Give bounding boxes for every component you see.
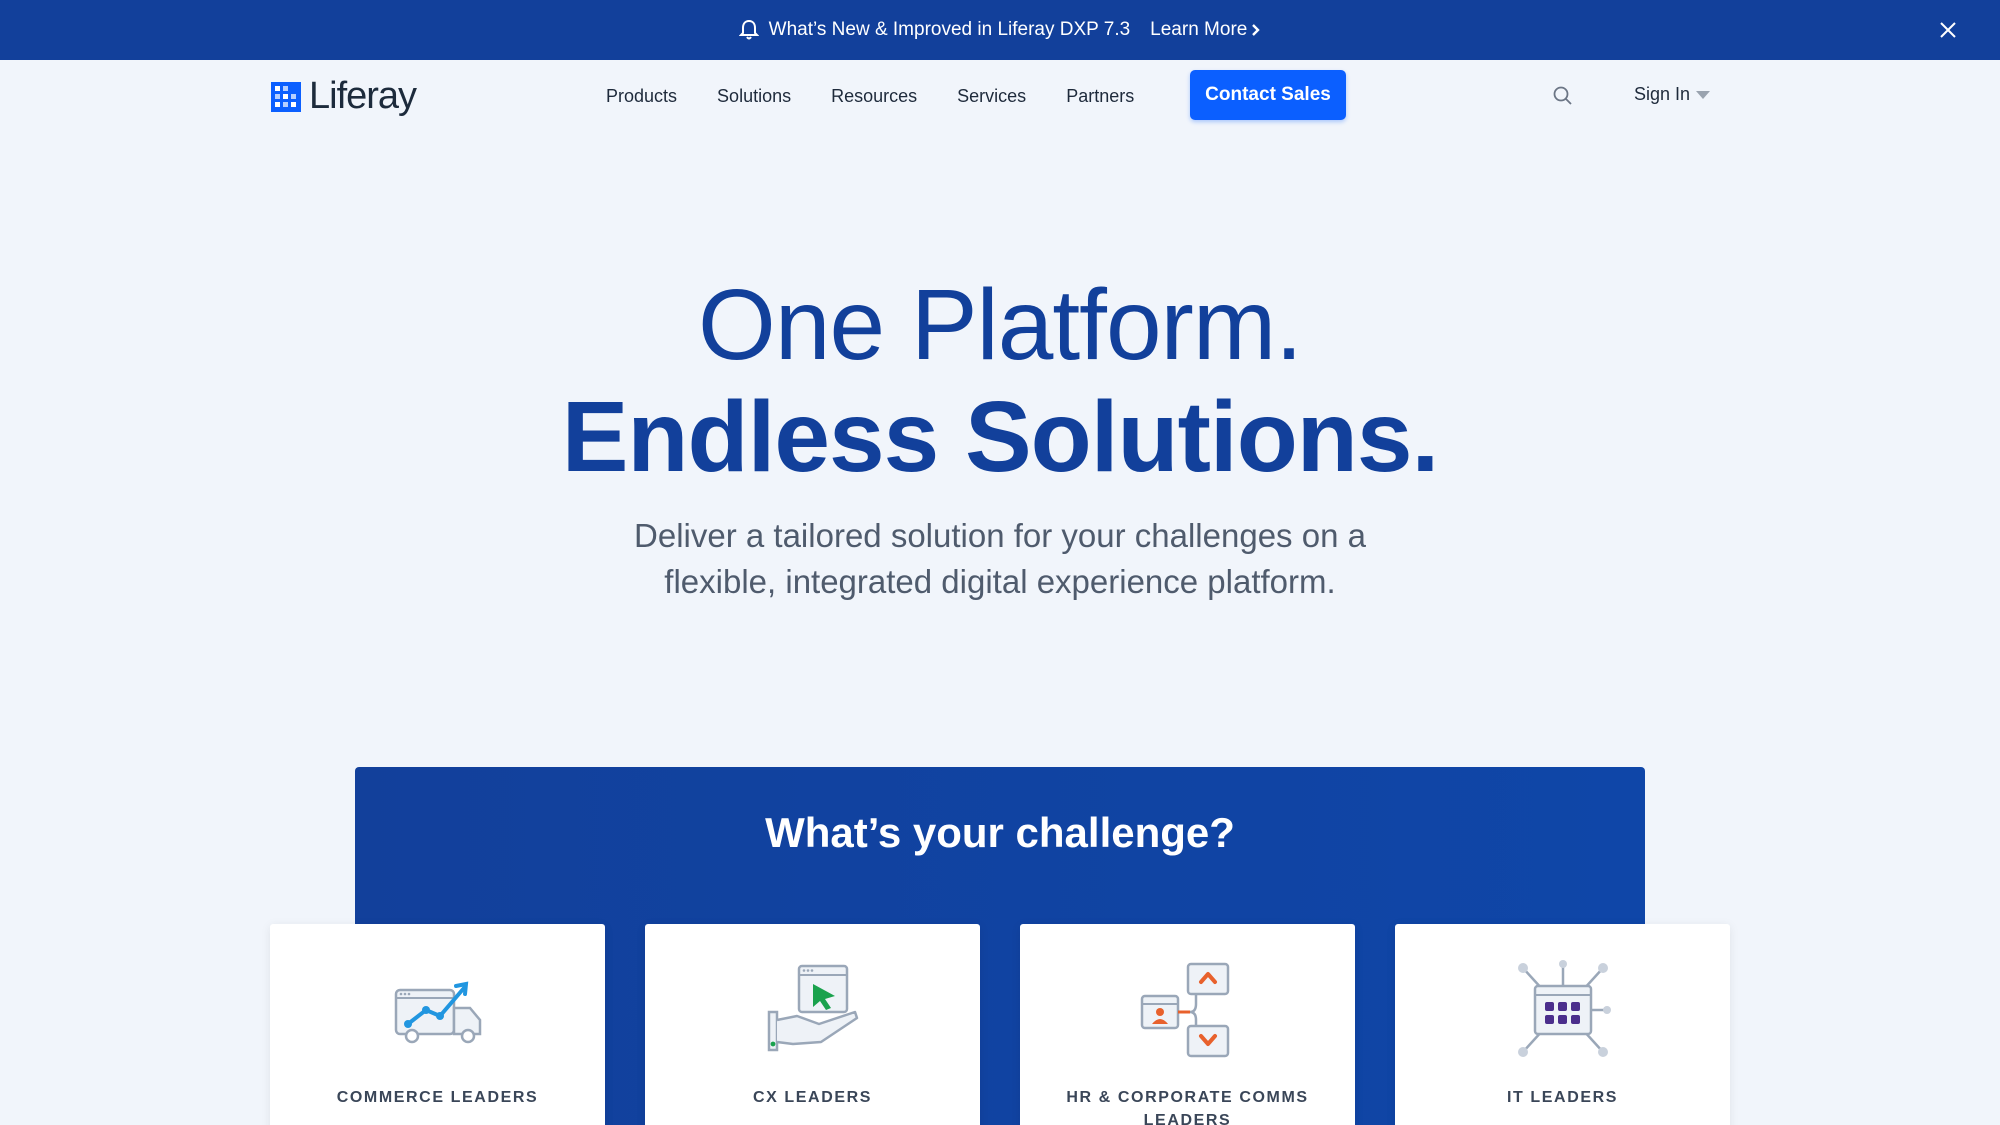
- logo-wordmark: Liferay: [309, 75, 417, 117]
- announcement-text: What’s New & Improved in Liferay DXP 7.3: [768, 19, 1131, 40]
- site-header: Liferay Products Solutions Resources Ser…: [0, 60, 2000, 132]
- hand-cursor-icon: [767, 964, 858, 1052]
- card-label: HR & CORPORATE COMMS LEADERS: [1066, 1089, 1309, 1125]
- people-flow-icon: [1140, 962, 1229, 1058]
- card-label: COMMERCE LEADERS: [336, 1089, 539, 1106]
- bell-icon: [738, 19, 759, 40]
- hero-section: One Platform. Endless Solutions. Deliver…: [0, 270, 2000, 605]
- card-cx-leaders[interactable]: CX LEADERS: [645, 924, 980, 1125]
- learn-more-label[interactable]: Learn More: [1150, 19, 1247, 41]
- hero-headline-bold: Endless Solutions.: [561, 381, 1440, 493]
- liferay-logo-icon: [271, 81, 301, 112]
- card-it-leaders[interactable]: IT LEADERS: [1395, 924, 1730, 1125]
- card-label: CX LEADERS: [752, 1089, 873, 1106]
- challenge-cards: COMMERCE LEADERS CX LEADERS HR & CORPORA…: [270, 924, 1730, 1125]
- sign-in-menu[interactable]: Sign In: [1634, 84, 1711, 105]
- nav-resources[interactable]: Resources: [811, 86, 937, 107]
- announcement-content: What’s New & Improved in Liferay DXP 7.3…: [738, 19, 1262, 41]
- nav-solutions[interactable]: Solutions: [697, 86, 811, 107]
- challenge-title: What’s your challenge?: [765, 809, 1235, 856]
- sign-in-label[interactable]: Sign In: [1634, 84, 1690, 105]
- hero-headline-light: One Platform.: [698, 269, 1303, 381]
- contact-sales-button[interactable]: Contact Sales: [1190, 70, 1346, 120]
- nav-products[interactable]: Products: [590, 86, 697, 107]
- main-nav: Products Solutions Resources Services Pa…: [590, 60, 1154, 132]
- card-hr-corporate-comms-leaders[interactable]: HR & CORPORATE COMMS LEADERS: [1020, 924, 1355, 1125]
- network-grid-icon: [1517, 960, 1611, 1057]
- truck-growth-icon: [394, 981, 481, 1044]
- card-commerce-leaders[interactable]: COMMERCE LEADERS: [270, 924, 605, 1125]
- close-icon[interactable]: [1936, 18, 1960, 42]
- announcement-bar: What’s New & Improved in Liferay DXP 7.3…: [0, 0, 2000, 60]
- learn-more-link[interactable]: Learn More: [1150, 19, 1261, 41]
- card-label: IT LEADERS: [1506, 1089, 1619, 1106]
- chevron-right-icon: [1252, 24, 1261, 36]
- hero-subtitle: Deliver a tailored solution for your cha…: [634, 517, 1366, 600]
- nav-services[interactable]: Services: [937, 86, 1046, 107]
- search-icon[interactable]: [1552, 85, 1574, 107]
- nav-partners[interactable]: Partners: [1046, 86, 1154, 107]
- liferay-logo[interactable]: Liferay: [271, 75, 417, 118]
- chevron-down-icon: [1696, 90, 1711, 99]
